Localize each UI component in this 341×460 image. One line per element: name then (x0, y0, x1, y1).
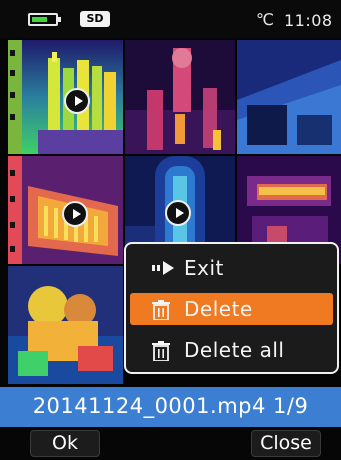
temperature-unit: ℃ (256, 10, 274, 29)
file-info-bar: 20141124_0001.mp4 1/9 (0, 387, 341, 427)
menu-item-label: Delete (184, 297, 253, 321)
status-bar: SD ℃ 11:08 (0, 0, 341, 38)
battery-icon (28, 13, 61, 26)
play-video-icon (165, 200, 191, 226)
thumbnail-4[interactable] (8, 156, 123, 264)
menu-item-label: Delete all (184, 338, 285, 362)
trash-icon (152, 300, 170, 320)
thumbnail-2[interactable] (125, 40, 235, 154)
thermal-image-2 (125, 40, 235, 154)
context-menu: Exit Delete Delete all (124, 242, 339, 374)
thumbnail-1[interactable] (8, 40, 123, 154)
softkey-bar: Ok Close (0, 427, 341, 460)
battery-level-fill (32, 17, 47, 22)
menu-item-delete[interactable]: Delete (130, 293, 333, 325)
thumbnail-3[interactable] (237, 40, 341, 154)
ok-button[interactable]: Ok (30, 430, 100, 457)
exit-play-icon (152, 261, 174, 275)
thermal-image-3 (237, 40, 341, 154)
thumbnail-7[interactable] (8, 266, 123, 384)
camera-screen: SD ℃ 11:08 Exit Delete Delete all 201411… (0, 0, 341, 460)
close-button[interactable]: Close (251, 430, 321, 457)
menu-item-exit[interactable]: Exit (130, 252, 333, 284)
clock: 11:08 (284, 11, 333, 30)
trash-icon (152, 341, 170, 361)
menu-item-delete-all[interactable]: Delete all (130, 334, 333, 366)
play-video-icon (62, 201, 88, 227)
menu-item-label: Exit (184, 256, 224, 280)
file-name-label: 20141124_0001.mp4 1/9 (32, 394, 309, 418)
play-video-icon (64, 88, 90, 114)
thermal-image-7 (8, 266, 123, 384)
sd-card-badge: SD (80, 11, 110, 27)
